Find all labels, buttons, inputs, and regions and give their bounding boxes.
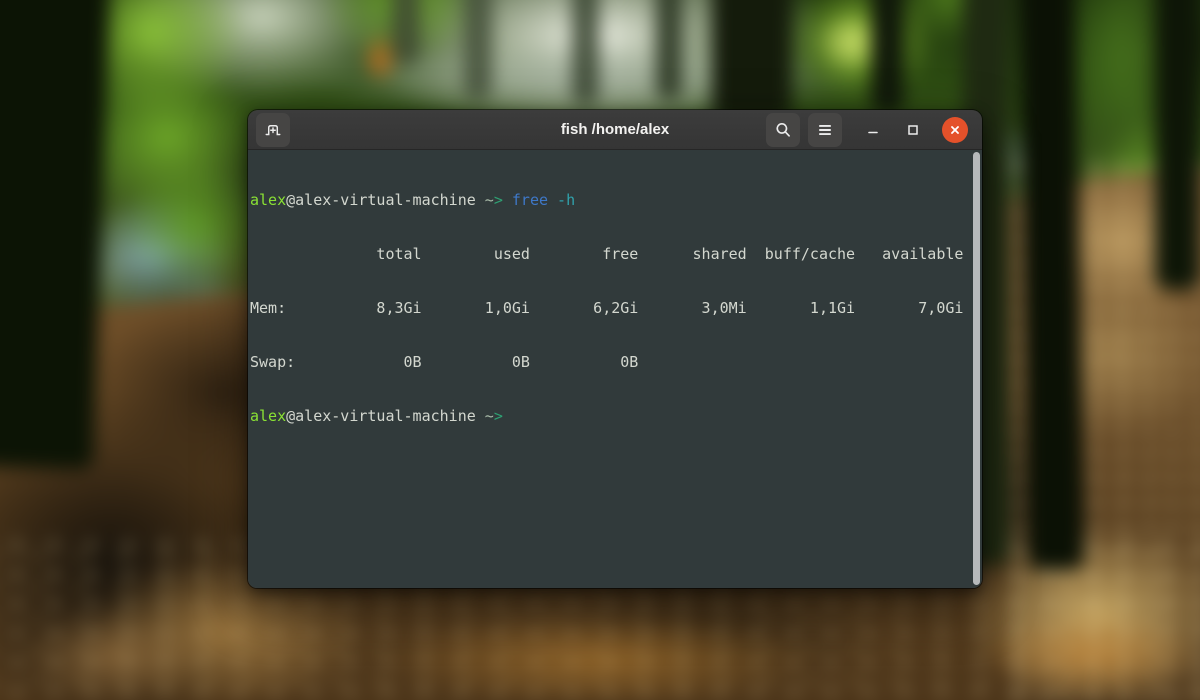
free-output-swap-row: Swap: 0B 0B 0B: [250, 353, 639, 371]
new-tab-icon: [264, 121, 282, 139]
titlebar[interactable]: fish /home/alex: [248, 110, 982, 150]
prompt-user: alex: [250, 191, 287, 209]
terminal-output: alex@alex-virtual-machine ~> free -h tot…: [250, 155, 970, 461]
command-text: free: [511, 191, 549, 209]
scrollbar[interactable]: [973, 152, 980, 585]
prompt-host: @alex-virtual-machine: [286, 191, 476, 209]
search-button[interactable]: [766, 112, 800, 147]
command-argument: -h: [548, 191, 576, 209]
tree-trunk: [572, 0, 599, 105]
free-output-header: total used free shared buff/cache availa…: [250, 245, 964, 263]
close-icon: [948, 123, 962, 137]
prompt-symbol: >: [493, 191, 512, 209]
search-icon: [774, 121, 792, 139]
tree-trunk: [464, 0, 492, 100]
prompt-cwd: ~: [475, 191, 494, 209]
prompt-symbol: >: [493, 407, 512, 425]
tree-trunk: [392, 0, 420, 65]
minimize-button[interactable]: [858, 113, 888, 147]
menu-button[interactable]: [808, 112, 842, 147]
titlebar-controls: [766, 112, 974, 147]
tree-trunk: [656, 0, 682, 100]
tree-trunk: [0, 0, 112, 470]
prompt-host: @alex-virtual-machine: [286, 407, 476, 425]
prompt-user: alex: [250, 407, 287, 425]
hamburger-menu-icon: [816, 121, 834, 139]
orange-leaf: [368, 48, 390, 76]
maximize-icon: [905, 122, 921, 138]
free-output-mem-row: Mem: 8,3Gi 1,0Gi 6,2Gi 3,0Mi 1,1Gi 7,0Gi: [250, 299, 964, 317]
close-button[interactable]: [942, 116, 968, 143]
terminal-screen[interactable]: alex@alex-virtual-machine ~> free -h tot…: [248, 150, 982, 588]
minimize-icon: [865, 122, 881, 138]
tree-trunk: [871, 0, 904, 114]
tree-trunk: [1017, 0, 1085, 571]
maximize-button[interactable]: [898, 113, 928, 147]
tree-trunk: [712, 0, 792, 120]
desktop: fish /home/alex alex@alex-virtual-machin…: [0, 0, 1200, 700]
prompt-cwd: ~: [475, 407, 494, 425]
new-tab-button[interactable]: [256, 112, 290, 147]
terminal-window: fish /home/alex alex@alex-virtual-machin…: [248, 110, 982, 588]
tree-trunk: [1155, 0, 1200, 290]
prompt-line: alex@alex-virtual-machine ~> free -h: [250, 191, 970, 209]
prompt-line: alex@alex-virtual-machine ~>: [250, 407, 970, 425]
